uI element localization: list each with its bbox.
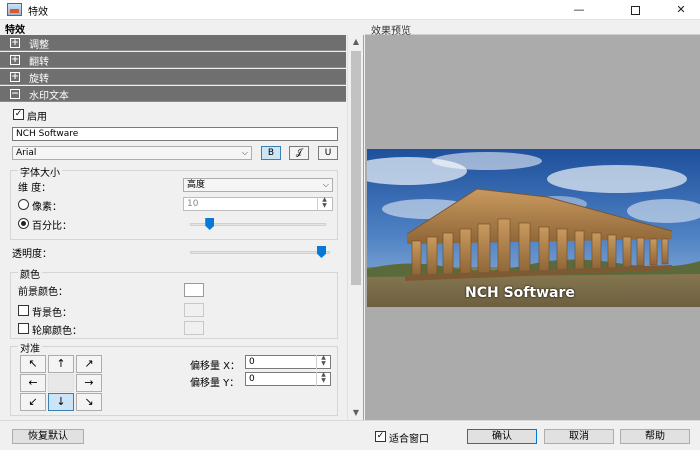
scroll-down-icon[interactable]: ▼ bbox=[348, 406, 364, 420]
help-button[interactable]: 帮助 bbox=[620, 429, 690, 444]
bottom-bar: 恢复默认 ✓ 适合窗口 确认 取消 帮助 bbox=[0, 420, 700, 450]
title-bar: 特效 — ✕ bbox=[0, 0, 700, 20]
font-family-select[interactable]: Arial ⌵ bbox=[12, 146, 252, 160]
background-color-checkbox[interactable] bbox=[18, 305, 29, 316]
offset-y-label: 偏移量 Y： bbox=[190, 378, 240, 389]
accordion-label: 水印文本 bbox=[29, 91, 69, 102]
temple-photo bbox=[367, 149, 700, 307]
pixels-radio[interactable] bbox=[18, 199, 29, 210]
align-top-left-button[interactable]: ↖ bbox=[20, 355, 46, 373]
spin-down-icon: ▼ bbox=[322, 202, 327, 209]
align-title: 对准 bbox=[18, 340, 42, 355]
dimension-label: 维 度： bbox=[18, 183, 52, 194]
foreground-color-label: 前景颜色： bbox=[18, 287, 68, 298]
font-size-title: 字体大小 bbox=[18, 164, 62, 179]
maximize-button[interactable] bbox=[612, 0, 658, 20]
pixels-label: 像素： bbox=[32, 202, 62, 213]
dimension-select[interactable]: 高度 ⌵ bbox=[183, 178, 333, 192]
enable-checkbox[interactable]: ✓ bbox=[13, 109, 24, 120]
color-title: 颜色 bbox=[18, 266, 42, 281]
preview-header: 效果预览 bbox=[365, 20, 700, 37]
minimize-button[interactable]: — bbox=[556, 0, 602, 20]
italic-button[interactable]: 𝒥 bbox=[289, 146, 309, 160]
align-bottom-right-button[interactable]: ↘ bbox=[76, 393, 102, 411]
chevron-down-icon: ⌵ bbox=[241, 148, 248, 157]
accordion-flip[interactable]: + 翻转 bbox=[0, 52, 346, 68]
percent-label: 百分比： bbox=[32, 221, 72, 232]
percent-radio[interactable] bbox=[18, 218, 29, 229]
offset-y-spinner[interactable]: ▲ ▼ bbox=[316, 372, 330, 386]
scroll-up-icon[interactable]: ▲ bbox=[348, 35, 364, 49]
watermark-text-input[interactable]: NCH Software bbox=[12, 127, 338, 141]
app-icon bbox=[7, 3, 22, 16]
align-center-button[interactable] bbox=[48, 374, 74, 392]
ok-button[interactable]: 确认 bbox=[467, 429, 537, 444]
left-panel-scrollbar[interactable]: ▲ ▼ bbox=[347, 35, 363, 420]
scrollbar-thumb[interactable] bbox=[351, 51, 361, 285]
outline-color-label: 轮廓颜色： bbox=[32, 326, 82, 337]
offset-x-label: 偏移量 X： bbox=[190, 361, 241, 372]
accordion-watermark-text[interactable]: − 水印文本 bbox=[0, 86, 346, 102]
window-title: 特效 bbox=[28, 7, 48, 18]
fit-window-checkbox[interactable]: ✓ bbox=[375, 431, 386, 442]
expand-icon: + bbox=[10, 38, 20, 48]
align-right-button[interactable]: → bbox=[76, 374, 102, 392]
bold-button[interactable]: B bbox=[261, 146, 281, 160]
accordion-label: 旋转 bbox=[29, 74, 49, 85]
expand-icon: + bbox=[10, 55, 20, 65]
align-bottom-button[interactable]: ↓ bbox=[48, 393, 74, 411]
accordion-label: 翻转 bbox=[29, 57, 49, 68]
fit-window-label: 适合窗口 bbox=[389, 434, 429, 445]
close-button[interactable]: ✕ bbox=[658, 0, 700, 20]
foreground-color-swatch[interactable] bbox=[184, 283, 204, 297]
accordion-label: 调整 bbox=[29, 40, 49, 51]
chevron-down-icon: ⌵ bbox=[322, 180, 329, 189]
collapse-icon: − bbox=[10, 89, 20, 99]
align-top-button[interactable]: ↑ bbox=[48, 355, 74, 373]
outline-color-checkbox[interactable] bbox=[18, 323, 29, 334]
restore-default-button[interactable]: 恢复默认 bbox=[12, 429, 84, 444]
underline-button[interactable]: U bbox=[318, 146, 338, 160]
opacity-slider-track[interactable] bbox=[190, 251, 330, 254]
cancel-button[interactable]: 取消 bbox=[544, 429, 614, 444]
preview-panel: 效果预览 NCH Software bbox=[365, 20, 700, 420]
font-family-value: Arial bbox=[16, 148, 37, 158]
check-icon: ✓ bbox=[14, 109, 23, 119]
watermark-overlay: NCH Software bbox=[465, 285, 575, 301]
pixels-spinner[interactable]: ▲ ▼ bbox=[317, 197, 331, 211]
expand-icon: + bbox=[10, 72, 20, 82]
align-top-right-button[interactable]: ↗ bbox=[76, 355, 102, 373]
accordion-rotate[interactable]: + 旋转 bbox=[0, 69, 346, 85]
maximize-icon bbox=[630, 5, 640, 15]
accordion-adjust[interactable]: + 调整 bbox=[0, 35, 346, 51]
offset-x-spinner[interactable]: ▲ ▼ bbox=[316, 355, 330, 369]
align-bottom-left-button[interactable]: ↙ bbox=[20, 393, 46, 411]
align-left-button[interactable]: ← bbox=[20, 374, 46, 392]
background-color-swatch[interactable] bbox=[184, 303, 204, 317]
opacity-label: 透明度： bbox=[12, 249, 52, 260]
spin-down-icon: ▼ bbox=[321, 360, 326, 367]
opacity-slider-thumb[interactable] bbox=[317, 246, 326, 258]
dimension-value: 高度 bbox=[187, 180, 206, 190]
effects-panel: 特效 + 调整 + 翻转 + 旋转 − 水印文本 ✓ 启用 NCH Softwa… bbox=[0, 20, 364, 420]
check-icon: ✓ bbox=[376, 431, 385, 441]
spin-down-icon: ▼ bbox=[321, 377, 326, 384]
enable-label: 启用 bbox=[27, 112, 47, 123]
panel-header: 特效 bbox=[0, 20, 364, 36]
outline-color-swatch[interactable] bbox=[184, 321, 204, 335]
background-color-label: 背景色： bbox=[32, 308, 72, 319]
pixels-input[interactable]: 10 bbox=[183, 197, 333, 211]
preview-image: NCH Software bbox=[367, 149, 700, 307]
